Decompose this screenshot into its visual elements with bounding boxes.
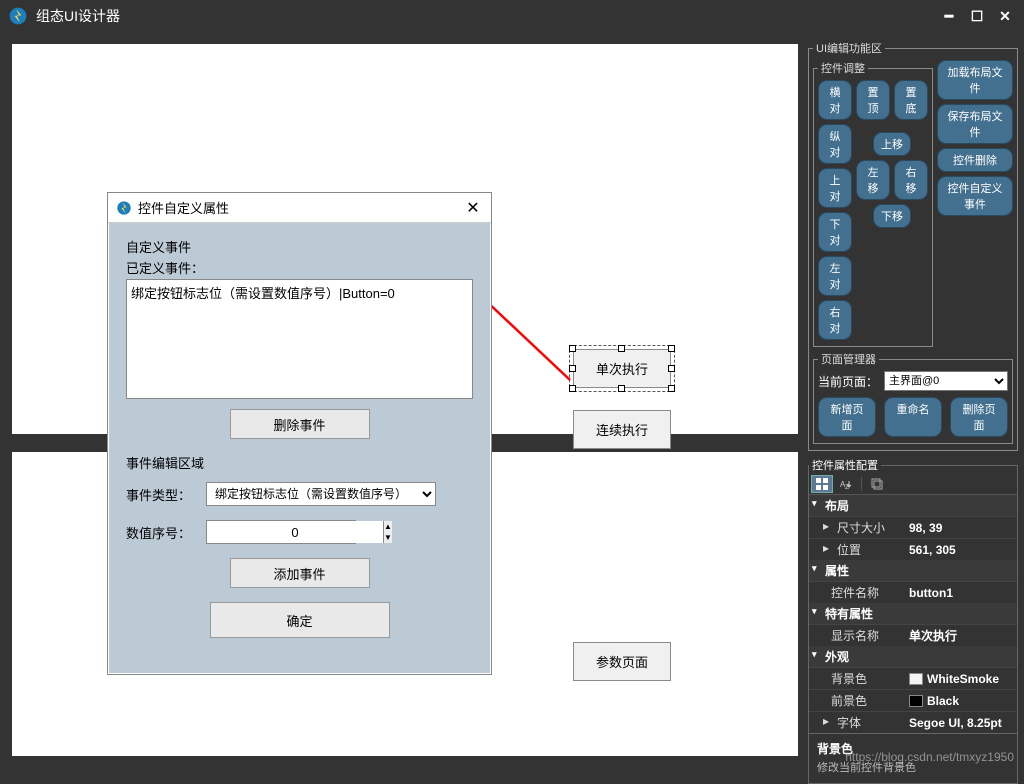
pagemgr-legend: 页面管理器 bbox=[818, 351, 879, 367]
property-description: 背景色 修改当前控件背景色 bbox=[809, 733, 1017, 783]
prop-cat-attr[interactable]: 属性 bbox=[809, 560, 1017, 581]
custom-event-button[interactable]: 控件自定义事件 bbox=[937, 176, 1013, 216]
rename-page-button[interactable]: 重命名 bbox=[884, 397, 942, 437]
prop-desc-title: 背景色 bbox=[817, 740, 1009, 757]
bg-swatch bbox=[909, 673, 923, 685]
send-bottom-button[interactable]: 置底 bbox=[894, 80, 928, 120]
selected-control[interactable]: 单次执行 bbox=[573, 349, 671, 388]
design-canvas-column: 单次执行 连续执行 参数页面 控件自定义属性 ✕ 自定义事件 已定义事件 bbox=[0, 32, 804, 768]
bring-top-button[interactable]: 置顶 bbox=[856, 80, 890, 120]
num-index-input[interactable] bbox=[207, 521, 383, 543]
fg-swatch bbox=[909, 695, 923, 707]
titlebar: 组态UI设计器 ━ ☐ ✕ bbox=[0, 0, 1024, 32]
move-left-button[interactable]: 左移 bbox=[856, 160, 890, 200]
delete-page-button[interactable]: 删除页面 bbox=[950, 397, 1008, 437]
align-h-button[interactable]: 横对 bbox=[818, 80, 852, 120]
dialog-icon bbox=[116, 200, 132, 216]
prop-name-key[interactable]: 控件名称 bbox=[809, 582, 905, 603]
prop-fg-val[interactable]: Black bbox=[905, 690, 1017, 711]
close-button[interactable]: ✕ bbox=[994, 7, 1016, 25]
custom-event-label: 自定义事件 bbox=[126, 237, 473, 256]
minimize-button[interactable]: ━ bbox=[938, 7, 960, 25]
ok-button[interactable]: 确定 bbox=[210, 602, 390, 638]
prop-size-key[interactable]: ▸尺寸大小 bbox=[809, 517, 905, 538]
delete-control-button[interactable]: 控件删除 bbox=[937, 148, 1013, 172]
design-button-param-page[interactable]: 参数页面 bbox=[573, 642, 671, 681]
edit-area-label: 事件编辑区域 bbox=[126, 453, 473, 472]
ui-edit-tools-panel: UI编辑功能区 控件调整 横对 纵对 上对 下对 左对 右对 bbox=[808, 40, 1018, 451]
prop-disp-val[interactable]: 单次执行 bbox=[905, 625, 1017, 646]
move-up-button[interactable]: 上移 bbox=[873, 132, 911, 156]
add-event-button[interactable]: 添加事件 bbox=[230, 558, 370, 588]
align-right-button[interactable]: 右对 bbox=[818, 300, 852, 340]
defined-events-label: 已定义事件： bbox=[126, 258, 473, 277]
propgrid-categorized-button[interactable] bbox=[811, 475, 833, 493]
spin-up[interactable]: ▲ bbox=[384, 521, 392, 532]
move-down-button[interactable]: 下移 bbox=[873, 204, 911, 228]
num-index-label: 数值序号： bbox=[126, 523, 206, 542]
propcfg-legend: 控件属性配置 bbox=[809, 457, 881, 473]
app-title: 组态UI设计器 bbox=[36, 6, 938, 26]
propgrid-pages-button[interactable] bbox=[866, 475, 888, 493]
align-top-button[interactable]: 上对 bbox=[818, 168, 852, 208]
prop-cat-special[interactable]: 特有属性 bbox=[809, 603, 1017, 624]
delete-event-button[interactable]: 删除事件 bbox=[230, 409, 370, 439]
prop-bg-key[interactable]: 背景色 bbox=[809, 668, 905, 689]
load-layout-button[interactable]: 加载布局文件 bbox=[937, 60, 1013, 100]
align-v-button[interactable]: 纵对 bbox=[818, 124, 852, 164]
event-type-select[interactable]: 绑定按钮标志位（需设置数值序号） bbox=[206, 482, 436, 506]
maximize-button[interactable]: ☐ bbox=[966, 7, 988, 25]
prop-bg-val[interactable]: WhiteSmoke bbox=[905, 668, 1017, 689]
design-button-continuous[interactable]: 连续执行 bbox=[573, 410, 671, 449]
prop-cat-layout[interactable]: 布局 bbox=[809, 495, 1017, 516]
prop-name-val[interactable]: button1 bbox=[905, 582, 1017, 603]
custom-property-dialog: 控件自定义属性 ✕ 自定义事件 已定义事件： 绑定按钮标志位（需设置数值序号）|… bbox=[107, 192, 492, 675]
tools-legend: UI编辑功能区 bbox=[813, 40, 885, 56]
align-bottom-button[interactable]: 下对 bbox=[818, 212, 852, 252]
app-logo-icon bbox=[8, 6, 28, 26]
prop-font-val[interactable]: Segoe UI, 8.25pt bbox=[905, 712, 1017, 733]
property-grid-list[interactable]: 布局 ▸尺寸大小98, 39 ▸位置561, 305 属性 控件名称button… bbox=[809, 495, 1017, 733]
dialog-titlebar[interactable]: 控件自定义属性 ✕ bbox=[108, 193, 491, 223]
prop-size-val[interactable]: 98, 39 bbox=[905, 517, 1017, 538]
adjust-panel: 控件调整 横对 纵对 上对 下对 左对 右对 置顶 bbox=[813, 60, 933, 347]
prop-desc-text: 修改当前控件背景色 bbox=[817, 759, 1009, 775]
design-button-single[interactable]: 单次执行 bbox=[573, 349, 671, 388]
current-page-label: 当前页面： bbox=[818, 373, 878, 390]
prop-font-key[interactable]: ▸字体 bbox=[809, 712, 905, 733]
current-page-select[interactable]: 主界面@0 bbox=[884, 371, 1008, 391]
num-index-spinner[interactable]: ▲▼ bbox=[206, 520, 356, 544]
prop-disp-key[interactable]: 显示名称 bbox=[809, 625, 905, 646]
prop-pos-val[interactable]: 561, 305 bbox=[905, 539, 1017, 560]
save-layout-button[interactable]: 保存布局文件 bbox=[937, 104, 1013, 144]
prop-fg-key[interactable]: 前景色 bbox=[809, 690, 905, 711]
propgrid-alpha-button[interactable]: AZ bbox=[835, 475, 857, 493]
dialog-close-button[interactable]: ✕ bbox=[463, 198, 483, 218]
spin-down[interactable]: ▼ bbox=[384, 532, 392, 543]
prop-cat-appear[interactable]: 外观 bbox=[809, 646, 1017, 667]
add-page-button[interactable]: 新增页面 bbox=[818, 397, 876, 437]
events-listbox[interactable]: 绑定按钮标志位（需设置数值序号）|Button=0 bbox=[126, 279, 473, 399]
event-type-label: 事件类型： bbox=[126, 485, 206, 504]
property-grid-panel: 控件属性配置 AZ 布局 ▸尺寸大小98, 39 ▸位置561, 305 属性 … bbox=[808, 457, 1018, 784]
dialog-title: 控件自定义属性 bbox=[138, 198, 463, 217]
prop-pos-key[interactable]: ▸位置 bbox=[809, 539, 905, 560]
adjust-legend: 控件调整 bbox=[818, 60, 868, 76]
align-left-button[interactable]: 左对 bbox=[818, 256, 852, 296]
page-manager-panel: 页面管理器 当前页面： 主界面@0 新增页面 重命名 删除页面 bbox=[813, 351, 1013, 444]
move-right-button[interactable]: 右移 bbox=[894, 160, 928, 200]
